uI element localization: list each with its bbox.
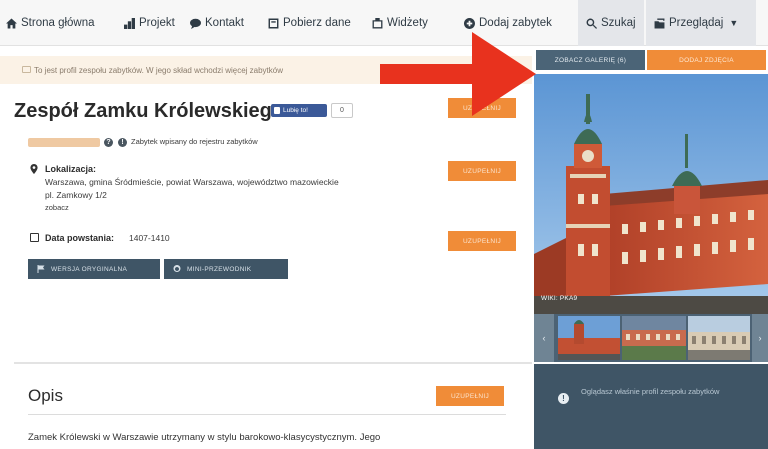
section-divider <box>14 362 532 364</box>
mini-guide-label: MINI-PRZEWODNIK <box>187 265 252 273</box>
calendar-icon <box>30 233 39 242</box>
bar-chart-icon <box>124 17 135 29</box>
nav-pobierz-label: Pobierz dane <box>283 17 351 29</box>
mini-guide-button[interactable]: MINI-PRZEWODNIK <box>164 259 288 279</box>
uzupelnij-date-button[interactable]: UZUPEŁNIJ <box>448 231 516 251</box>
info-icon: ! <box>558 393 569 404</box>
uzupelnij-description-button[interactable]: UZUPEŁNIJ <box>436 386 504 406</box>
add-photos-tab[interactable]: DODAJ ZDJĘCIA <box>647 50 766 70</box>
nav-kontakt-label: Kontakt <box>205 17 244 29</box>
speech-bubble-icon <box>190 18 201 29</box>
location-address: Warszawa, gmina Śródmieście, powiat Wars… <box>45 177 339 187</box>
location-pin-icon <box>30 164 38 174</box>
thumbnail-3[interactable] <box>688 316 750 360</box>
date-label: Data powstania: <box>45 233 115 243</box>
page-title: Zespół Zamku Królewskiego <box>14 100 285 122</box>
facebook-like-button[interactable]: Lubię to! <box>271 104 327 117</box>
thumbnail-1[interactable] <box>558 316 620 360</box>
view-gallery-tab[interactable]: ZOBACZ GALERIĘ (6) <box>536 50 645 70</box>
home-icon <box>6 18 17 28</box>
pin-icon <box>173 265 181 272</box>
description-divider <box>28 414 506 415</box>
nav-projekt[interactable]: Projekt <box>124 14 175 32</box>
nav-home-label: Strona główna <box>21 17 95 29</box>
thumbnail-prev-button[interactable]: ‹ <box>534 314 554 362</box>
profile-info-box <box>534 364 768 449</box>
monument-panel <box>14 92 524 354</box>
description-title: Opis <box>28 386 63 405</box>
nav-przegladaj[interactable]: Przeglądaj ▼ <box>646 0 756 46</box>
notice-icon <box>22 66 31 73</box>
uzupelnij-location-button[interactable]: UZUPEŁNIJ <box>448 161 516 181</box>
download-box-icon <box>268 18 279 28</box>
flag-icon <box>37 265 45 273</box>
browse-icon <box>654 18 665 28</box>
thumbnail-2[interactable] <box>622 316 686 360</box>
help-icon[interactable]: ? <box>104 138 113 147</box>
nav-pobierz-dane[interactable]: Pobierz dane <box>268 14 351 32</box>
description-text: Zamek Królewski w Warszawie utrzymany w … <box>28 432 381 443</box>
register-status-text: Zabytek wpisany do rejestru zabytków <box>131 137 258 146</box>
chevron-down-icon: ▼ <box>729 18 739 28</box>
main-photo[interactable] <box>534 74 768 314</box>
photo-caption: WIKI: PKA9 <box>541 295 578 302</box>
profile-info-text: Oglądasz właśnie profil zespołu zabytków <box>581 387 720 396</box>
thumbnail-next-button[interactable]: › <box>752 314 768 362</box>
location-map-link[interactable]: zobacz <box>45 203 69 212</box>
search-icon <box>586 18 597 29</box>
notice-text: To jest profil zespołu zabytków. W jego … <box>34 65 283 75</box>
nav-projekt-label: Projekt <box>139 17 175 29</box>
nav-kontakt[interactable]: Kontakt <box>190 14 244 32</box>
facebook-like-count: 0 <box>331 103 353 118</box>
location-label: Lokalizacja: <box>45 164 97 174</box>
nav-home[interactable]: Strona główna <box>6 14 95 32</box>
nav-szukaj-label: Szukaj <box>601 17 636 29</box>
original-version-label: WERSJA ORYGINALNA <box>51 265 128 273</box>
info-icon: ! <box>118 138 127 147</box>
location-street: pl. Zamkowy 1/2 <box>45 190 107 200</box>
nav-przegladaj-label: Przeglądaj <box>669 17 724 29</box>
original-version-button[interactable]: WERSJA ORYGINALNA <box>28 259 160 279</box>
date-value: 1407-1410 <box>129 233 170 243</box>
status-badge <box>28 138 100 147</box>
annotation-arrow-icon <box>380 32 536 116</box>
nav-szukaj[interactable]: Szukaj <box>578 0 644 46</box>
